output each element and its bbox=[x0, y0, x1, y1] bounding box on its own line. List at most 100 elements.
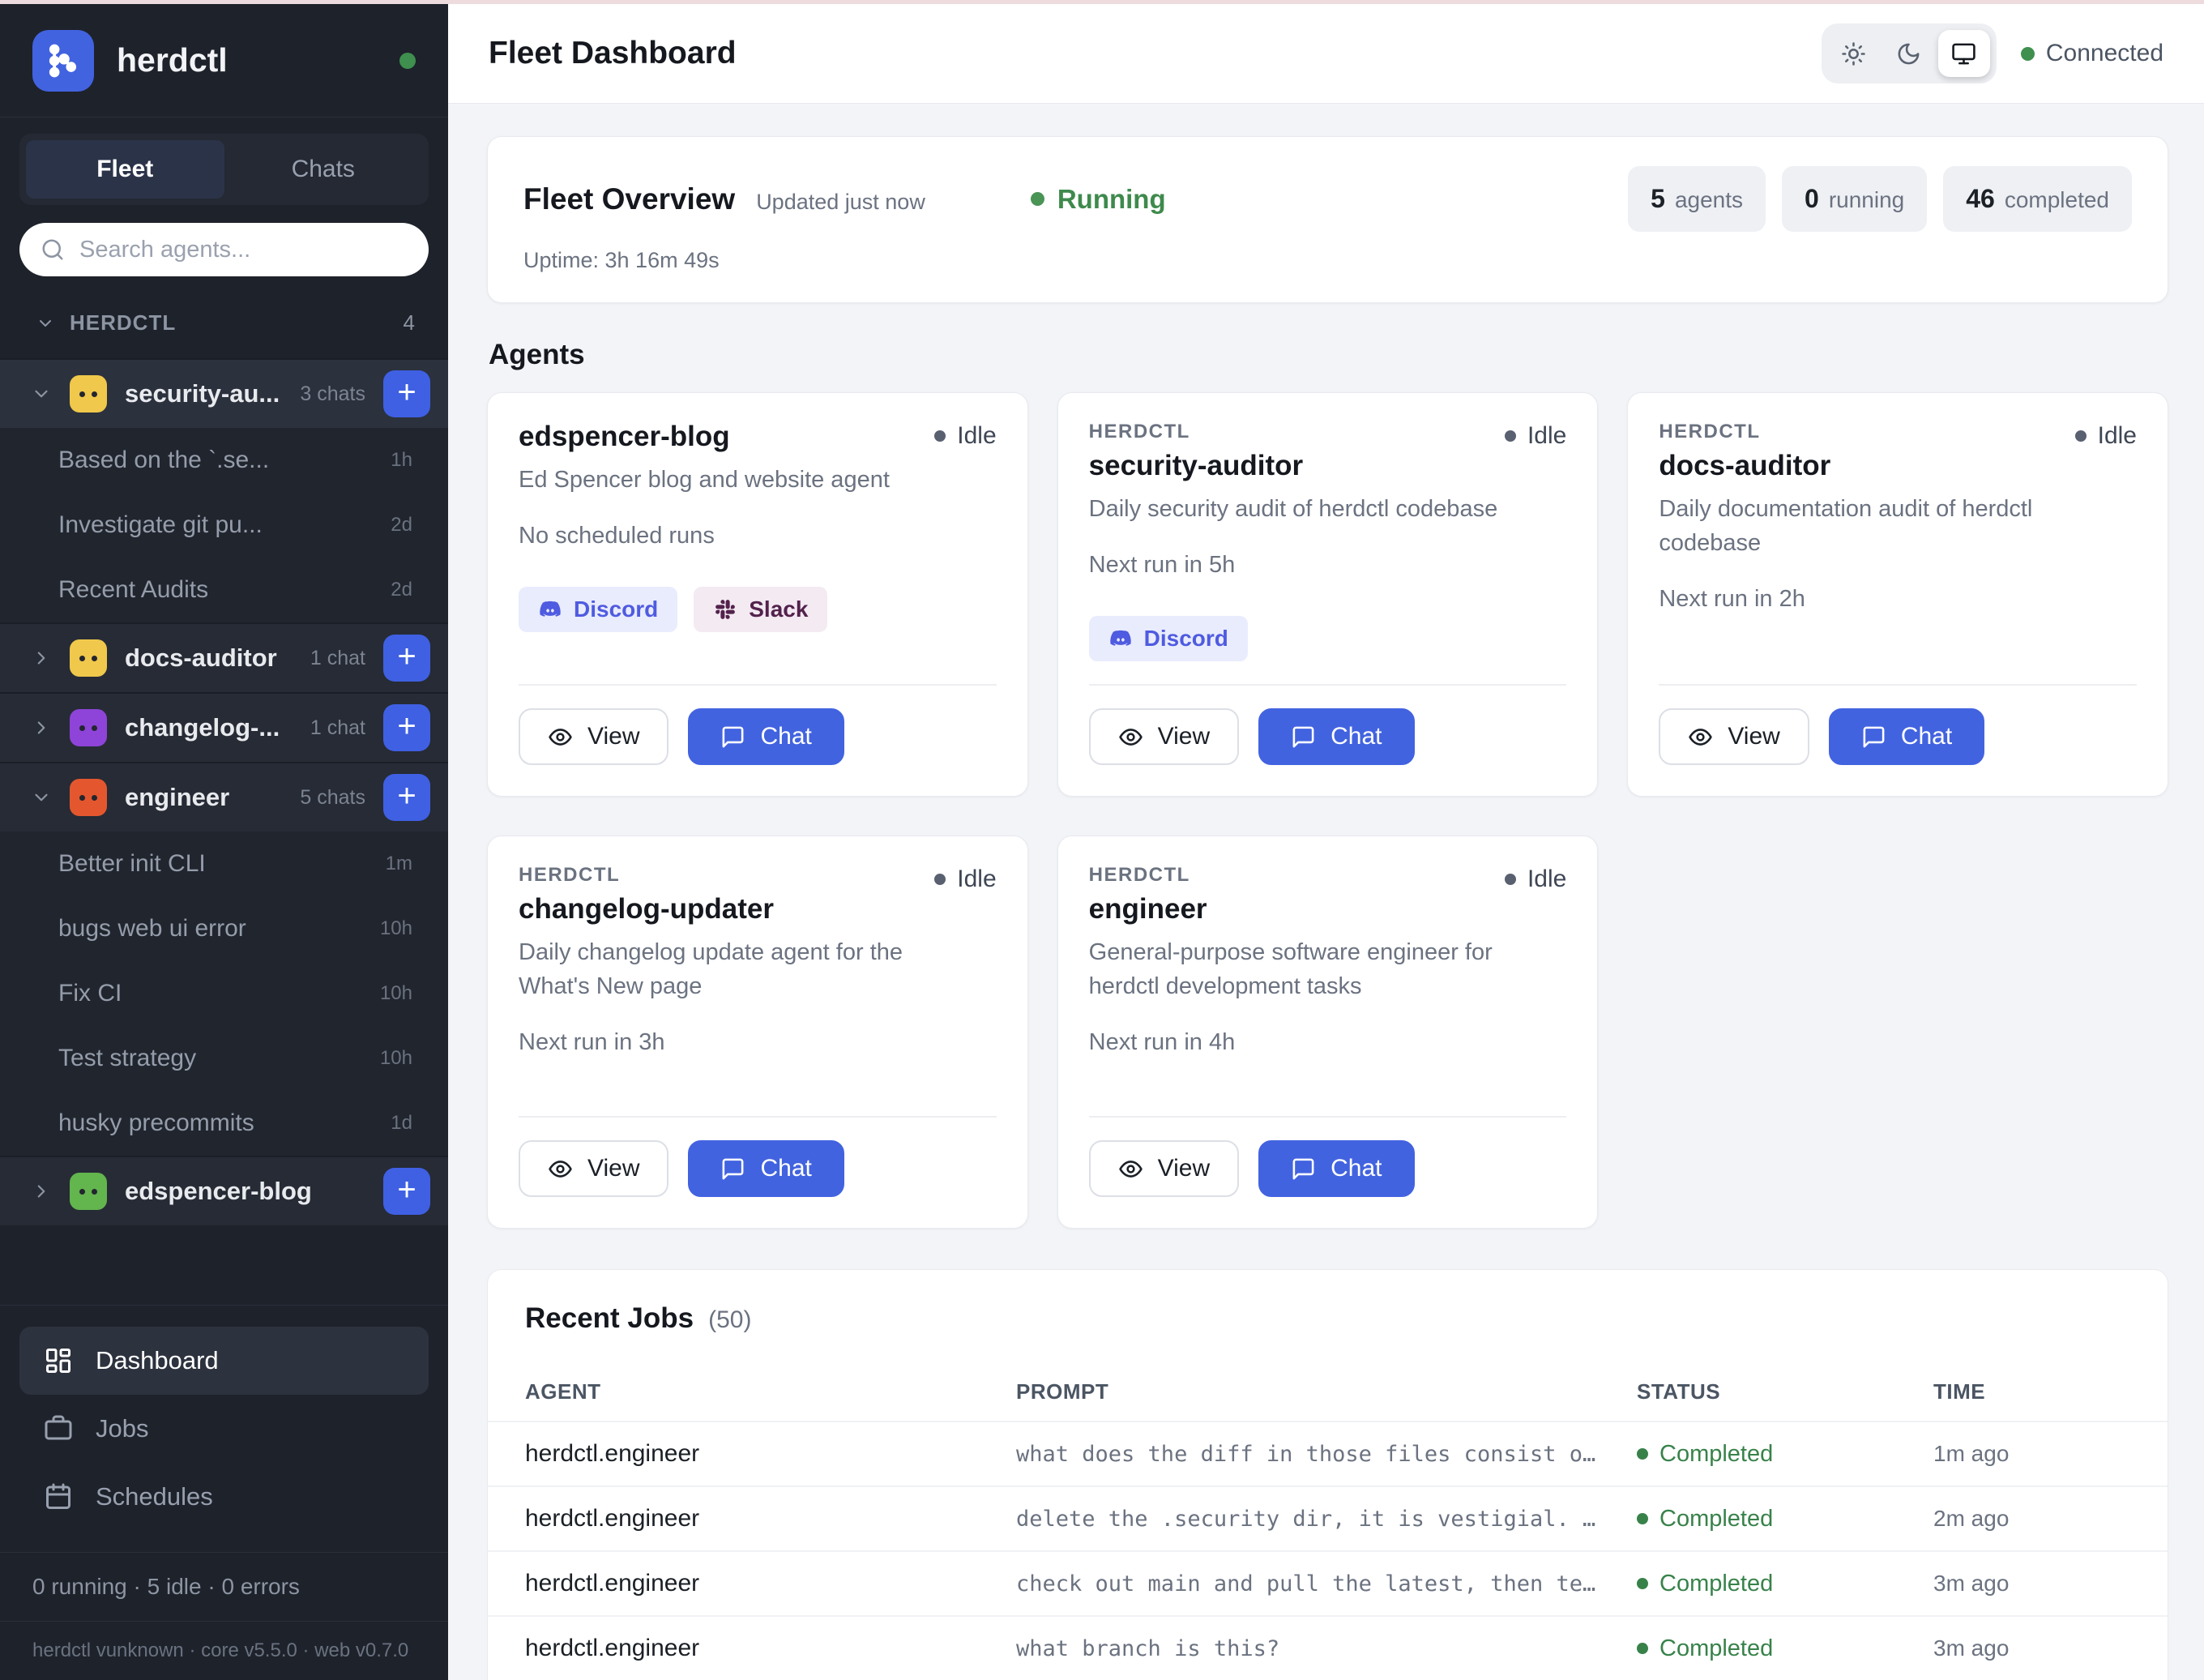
eye-icon bbox=[548, 725, 573, 750]
card-badges: Discord bbox=[1089, 616, 1567, 661]
completed-dot bbox=[1637, 1448, 1648, 1460]
new-chat-button[interactable]: + bbox=[383, 704, 430, 751]
chat-item[interactable]: Test strategy10h bbox=[0, 1026, 448, 1091]
fleet-overview-card: Fleet Overview Updated just now Running … bbox=[487, 136, 2168, 303]
overview-updated: Updated just now bbox=[756, 183, 925, 215]
chat-button[interactable]: Chat bbox=[1829, 708, 1984, 765]
sidebar-agent-docs-auditor[interactable]: docs-auditor1 chat+ bbox=[0, 622, 448, 692]
completed-dot bbox=[1637, 1578, 1648, 1589]
completed-dot bbox=[1637, 1643, 1648, 1654]
chat-item[interactable]: husky precommits1d bbox=[0, 1091, 448, 1156]
chat-button[interactable]: Chat bbox=[688, 708, 844, 765]
job-row[interactable]: herdctl.engineerwhat does the diff in th… bbox=[488, 1421, 2168, 1485]
chat-count: 1 chat bbox=[310, 647, 365, 670]
tab-fleet[interactable]: Fleet bbox=[26, 140, 224, 199]
jobs-header-row: AGENTPROMPTSTATUSTIME bbox=[488, 1362, 2168, 1421]
stat-agents: 5agents bbox=[1628, 166, 1766, 232]
chat-item[interactable]: Recent Audits2d bbox=[0, 558, 448, 622]
nav-label: Schedules bbox=[96, 1482, 213, 1511]
sidebar-section-header[interactable]: HERDCTL 4 bbox=[36, 310, 416, 336]
status-badge: Idle bbox=[1505, 421, 1566, 450]
chat-item[interactable]: Based on the `.se...1h bbox=[0, 428, 448, 493]
new-chat-button[interactable]: + bbox=[383, 635, 430, 682]
chat-time: 1h bbox=[391, 449, 412, 472]
job-row[interactable]: herdctl.engineerdelete the .security dir… bbox=[488, 1485, 2168, 1550]
chat-time: 10h bbox=[380, 982, 412, 1005]
grid-icon bbox=[44, 1346, 73, 1375]
chat-title: Better init CLI bbox=[58, 850, 206, 878]
column-header: TIME bbox=[1933, 1379, 2130, 1404]
sidebar-spacer bbox=[0, 1225, 448, 1305]
chat-title: Investigate git pu... bbox=[58, 511, 263, 539]
agent-card-engineer: HERDCTLengineerIdleGeneral-purpose softw… bbox=[1057, 836, 1599, 1229]
chat-list: Better init CLI1mbugs web ui error10hFix… bbox=[0, 831, 448, 1156]
agent-search bbox=[19, 223, 429, 276]
new-chat-button[interactable]: + bbox=[383, 1168, 430, 1215]
sidebar-item-dashboard[interactable]: Dashboard bbox=[19, 1327, 429, 1395]
status-text: Idle bbox=[1527, 866, 1566, 893]
idle-dot bbox=[1505, 430, 1516, 442]
search-input[interactable] bbox=[79, 237, 408, 263]
agent-name: edspencer-blog bbox=[125, 1177, 312, 1206]
calendar-icon bbox=[44, 1482, 73, 1511]
sidebar-agent-edspencer-blog[interactable]: edspencer-blog + bbox=[0, 1156, 448, 1225]
sidebar-item-jobs[interactable]: Jobs bbox=[19, 1395, 429, 1463]
monitor-icon bbox=[1951, 41, 1976, 66]
chat-item[interactable]: bugs web ui error10h bbox=[0, 896, 448, 961]
job-status: Completed bbox=[1637, 1506, 1933, 1533]
main-area: Fleet Dashboard Connected Fleet Overview… bbox=[448, 4, 2204, 1680]
connected-dot bbox=[2021, 47, 2035, 61]
card-eyebrow: HERDCTL bbox=[1089, 421, 1304, 443]
theme-dark-button[interactable] bbox=[1883, 30, 1935, 77]
card-agent-name: changelog-updater bbox=[519, 893, 774, 925]
view-button[interactable]: View bbox=[1089, 708, 1239, 765]
chat-button[interactable]: Chat bbox=[1258, 708, 1414, 765]
card-schedule: Next run in 4h bbox=[1089, 1029, 1567, 1056]
nav-label: Jobs bbox=[96, 1414, 148, 1443]
job-row[interactable]: herdctl.engineerwhat branch is this?Comp… bbox=[488, 1615, 2168, 1680]
completed-dot bbox=[1637, 1513, 1648, 1524]
new-chat-button[interactable]: + bbox=[383, 370, 430, 417]
job-prompt: check out main and pull the latest, then… bbox=[1016, 1571, 1637, 1597]
theme-light-button[interactable] bbox=[1828, 30, 1880, 77]
chat-item[interactable]: Fix CI10h bbox=[0, 961, 448, 1026]
view-button[interactable]: View bbox=[519, 1140, 668, 1197]
new-chat-button[interactable]: + bbox=[383, 774, 430, 821]
column-header: AGENT bbox=[525, 1379, 1016, 1404]
chat-item[interactable]: Investigate git pu...2d bbox=[0, 493, 448, 558]
card-eyebrow: HERDCTL bbox=[1659, 421, 1830, 443]
fleet-status-line: 0 running · 5 idle · 0 errors bbox=[0, 1552, 448, 1621]
theme-system-button[interactable] bbox=[1938, 30, 1990, 77]
job-agent: herdctl.engineer bbox=[525, 1505, 1016, 1533]
chat-button[interactable]: Chat bbox=[688, 1140, 844, 1197]
chat-item[interactable]: Better init CLI1m bbox=[0, 831, 448, 896]
chevron-down-icon bbox=[36, 314, 55, 333]
dashboard-content: Fleet Overview Updated just now Running … bbox=[448, 104, 2204, 1680]
overview-status: Running bbox=[1031, 184, 1166, 215]
sun-icon bbox=[1841, 41, 1866, 66]
job-row[interactable]: herdctl.engineercheck out main and pull … bbox=[488, 1550, 2168, 1615]
sidebar-connection-dot bbox=[399, 53, 416, 69]
chat-bubble-icon bbox=[720, 725, 745, 750]
agent-avatar bbox=[70, 1173, 107, 1210]
sidebar-agent-changelog-updater[interactable]: changelog-...1 chat+ bbox=[0, 692, 448, 762]
agent-avatar bbox=[70, 709, 107, 746]
tab-chats[interactable]: Chats bbox=[224, 140, 423, 199]
view-button[interactable]: View bbox=[519, 708, 668, 765]
chevron-down-icon bbox=[31, 787, 52, 808]
chat-button[interactable]: Chat bbox=[1258, 1140, 1414, 1197]
moon-icon bbox=[1896, 41, 1921, 66]
connected-label: Connected bbox=[2046, 40, 2163, 67]
sidebar-agent-engineer[interactable]: engineer5 chats+ bbox=[0, 762, 448, 831]
card-schedule: Next run in 5h bbox=[1089, 552, 1567, 579]
chat-count: 5 chats bbox=[300, 786, 365, 810]
sidebar-item-schedules[interactable]: Schedules bbox=[19, 1463, 429, 1531]
view-button[interactable]: View bbox=[1089, 1140, 1239, 1197]
nav-label: Dashboard bbox=[96, 1346, 219, 1375]
card-schedule: Next run in 3h bbox=[519, 1029, 997, 1056]
status-text: Idle bbox=[957, 422, 996, 450]
sidebar-agent-security-auditor[interactable]: security-au...3 chats+ bbox=[0, 358, 448, 428]
chat-bubble-icon bbox=[1861, 725, 1886, 750]
agent-avatar bbox=[70, 779, 107, 816]
view-button[interactable]: View bbox=[1659, 708, 1809, 765]
